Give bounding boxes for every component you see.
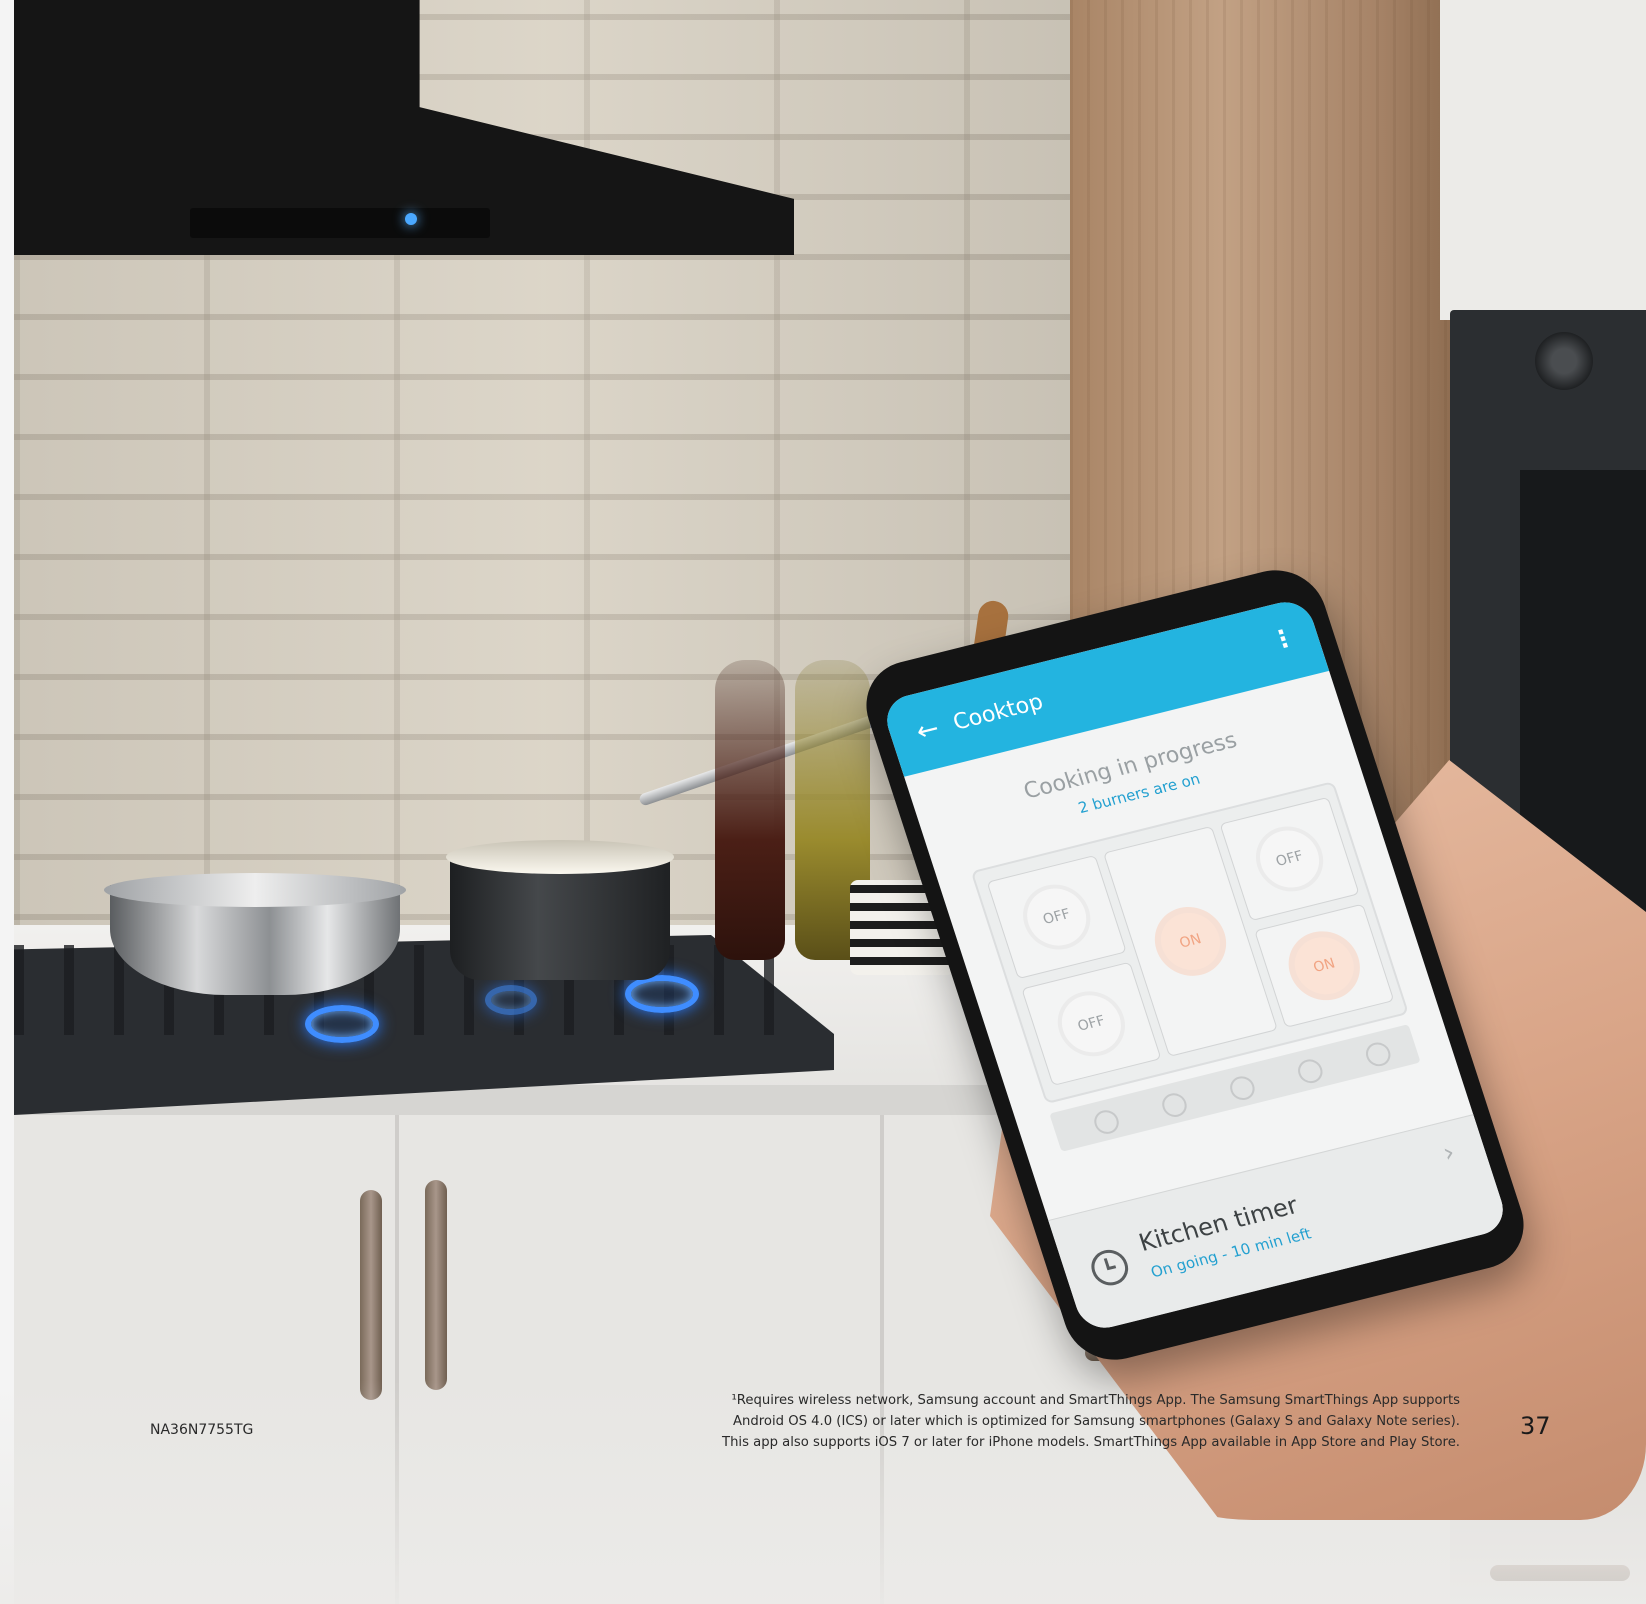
footnote: ¹Requires wireless network, Samsung acco… [560,1390,1460,1453]
burner-toggle-button[interactable]: OFF [1019,882,1094,952]
page-margin [0,0,14,1604]
burner-toggle-button[interactable]: OFF [1054,989,1129,1059]
clock-icon [1086,1246,1133,1290]
cabinet-pull [425,1180,447,1390]
knob-indicator [1362,1039,1394,1069]
chevron-right-icon[interactable]: › [1439,1138,1458,1169]
knob-indicator [1294,1056,1326,1086]
oven-knob [1535,332,1593,390]
sauce-pot-rim [446,840,674,874]
knob-indicator [1227,1073,1258,1103]
burner-front-left: OFF [986,854,1127,980]
saute-pan-rim [104,873,406,907]
footnote-line: ¹Requires wireless network, Samsung acco… [731,1393,1461,1408]
knob-indicator [1091,1107,1122,1137]
kitchen-photo: ← Cooktop ⋮ Cooking in progress 2 burner… [0,0,1646,1604]
vinegar-bottle [715,660,785,960]
more-options-icon[interactable]: ⋮ [1267,623,1299,656]
cabinet-pull [360,1190,382,1400]
hood-indicator-light [405,213,417,225]
right-wall [1440,0,1646,320]
burner-toggle-button[interactable]: ON [1287,931,1362,1001]
burner-flame [305,1005,379,1043]
knob-indicator [1159,1090,1190,1120]
page-number: 37 [1520,1412,1551,1440]
burner-toggle-button[interactable]: OFF [1252,824,1327,894]
burner-front-right: OFF [1219,796,1360,922]
app-title: Cooktop [950,689,1047,736]
footnote-line: This app also supports iOS 7 or later fo… [722,1435,1460,1450]
burner-toggle-button[interactable]: ON [1153,906,1228,977]
model-number: NA36N7755TG [150,1422,254,1438]
burner-rear-right: ON [1254,903,1395,1028]
burner-rear-left: OFF [1021,961,1162,1086]
burner-flame [485,985,537,1015]
hood-control-strip [190,208,490,238]
burner-flame [625,975,699,1013]
back-arrow-icon[interactable]: ← [913,714,943,748]
footnote-line: Android OS 4.0 (ICS) or later which is o… [733,1414,1460,1429]
